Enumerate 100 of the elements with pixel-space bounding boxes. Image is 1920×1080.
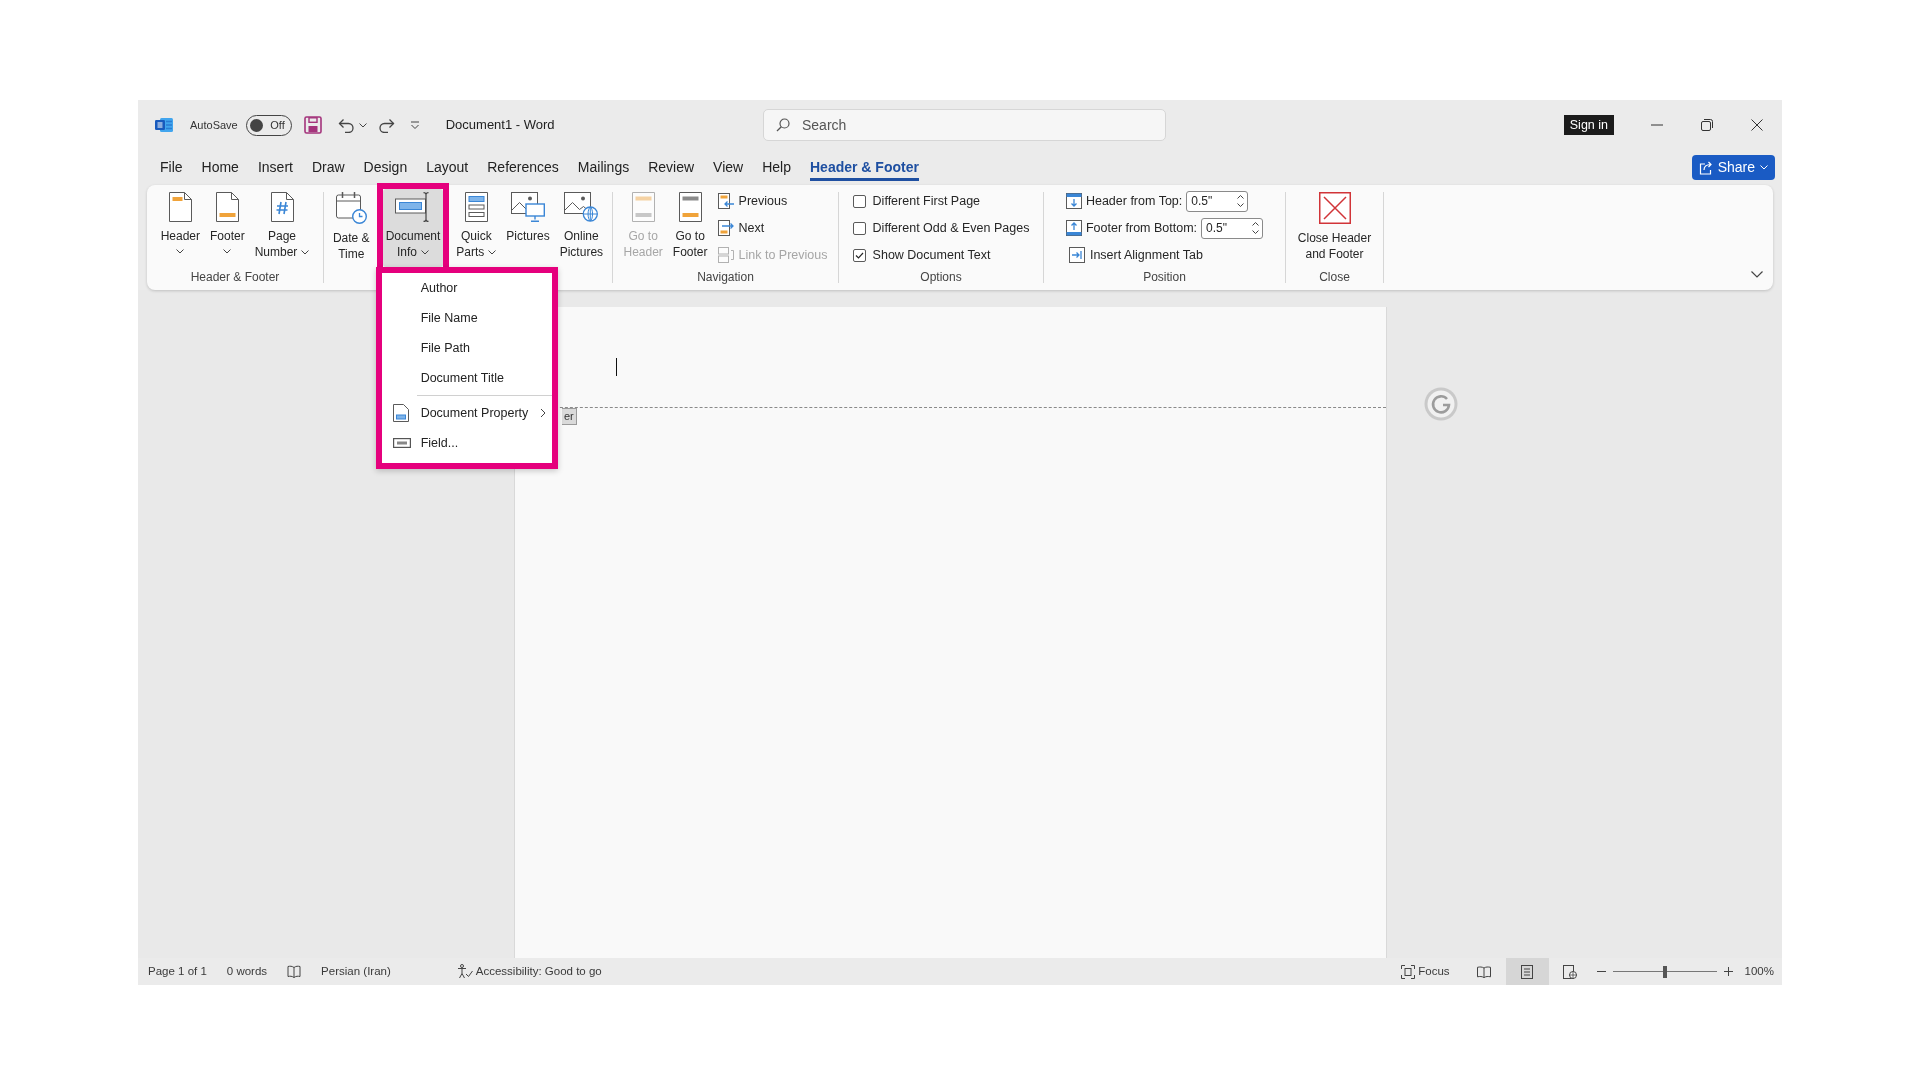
page-bands-icon bbox=[631, 192, 655, 222]
menu-tab[interactable]: View bbox=[713, 154, 744, 181]
undo-icon[interactable] bbox=[337, 117, 355, 133]
focus-icon[interactable] bbox=[1401, 964, 1416, 979]
spinner-field[interactable]: 0.5" bbox=[1201, 217, 1264, 239]
group-label: Close bbox=[1318, 269, 1351, 286]
chevron-right-icon bbox=[539, 408, 546, 418]
caret-down-icon[interactable] bbox=[1252, 230, 1260, 234]
menu-item[interactable]: Field... bbox=[381, 428, 552, 458]
save-icon[interactable] bbox=[303, 116, 322, 134]
ribbon-button[interactable]: Online Pictures bbox=[556, 189, 607, 267]
close-icon[interactable] bbox=[1751, 119, 1763, 131]
zoom-slider-thumb[interactable] bbox=[1662, 965, 1667, 978]
focus-button[interactable]: Focus bbox=[1418, 962, 1450, 981]
linked-pages-icon bbox=[717, 247, 734, 263]
picture-globe-icon bbox=[564, 192, 599, 222]
checkbox[interactable] bbox=[852, 194, 866, 208]
share-button[interactable]: Share bbox=[1691, 155, 1775, 180]
ribbon-button[interactable]: Page Number bbox=[251, 189, 313, 267]
restore-icon[interactable] bbox=[1701, 119, 1713, 131]
menu-item[interactable]: File Name bbox=[381, 303, 552, 333]
menu-tab[interactable]: Design bbox=[363, 154, 408, 181]
ribbon-button[interactable]: Header bbox=[157, 189, 203, 267]
page-blocks-icon bbox=[464, 192, 488, 222]
align-top-icon bbox=[1065, 193, 1082, 209]
field-label: Header from Top: bbox=[1085, 192, 1183, 210]
alignment-tab-icon bbox=[1068, 247, 1085, 263]
header-tag: er bbox=[562, 408, 577, 425]
ribbon-button[interactable]: Footer bbox=[207, 189, 248, 267]
text-cursor bbox=[616, 358, 617, 376]
caret-down-icon[interactable] bbox=[1237, 203, 1245, 207]
document-title: Document1 - Word bbox=[445, 116, 555, 135]
menu-item[interactable]: Document Property bbox=[381, 398, 552, 428]
menu-tab[interactable]: Home bbox=[201, 154, 239, 181]
menu-item[interactable]: Document Title bbox=[381, 363, 552, 393]
page-left-arrow-icon bbox=[717, 193, 734, 209]
autosave-label: AutoSave bbox=[190, 117, 238, 133]
menu-tab[interactable]: Layout bbox=[426, 154, 469, 181]
text-field-cursor-icon bbox=[394, 192, 431, 222]
search-icon bbox=[776, 118, 790, 132]
caret-up-icon[interactable] bbox=[1252, 222, 1260, 226]
field-label: Footer from Bottom: bbox=[1085, 219, 1198, 237]
checkbox[interactable] bbox=[852, 221, 866, 235]
ribbon-button[interactable]: Close Header and Footer bbox=[1294, 189, 1375, 267]
menu-tab[interactable]: Draw bbox=[311, 154, 345, 181]
app-logo-icon[interactable] bbox=[155, 117, 173, 133]
group-label: Position bbox=[1142, 269, 1187, 286]
group-label: Header & Footer bbox=[189, 269, 281, 286]
page-bands-icon bbox=[678, 192, 702, 222]
ribbon-button[interactable]: Date & Time bbox=[329, 189, 373, 267]
ribbon-button[interactable]: Go to Footer bbox=[669, 189, 711, 267]
checkbox[interactable] bbox=[852, 248, 866, 262]
menu-tab[interactable]: Mailings bbox=[577, 154, 630, 181]
page-number-icon bbox=[270, 192, 294, 222]
book-icon[interactable] bbox=[287, 965, 302, 978]
chevron-down-icon[interactable] bbox=[1751, 271, 1763, 278]
ribbon-button[interactable]: Quick Parts bbox=[453, 189, 500, 267]
menu-tab[interactable]: File bbox=[160, 154, 183, 181]
caret-icon bbox=[1760, 165, 1768, 170]
menu-tab[interactable]: References bbox=[487, 154, 559, 181]
caret-up-icon[interactable] bbox=[1237, 195, 1245, 199]
ribbon-button[interactable]: Previous bbox=[714, 190, 791, 212]
menu-tab[interactable]: Header & Footer bbox=[810, 154, 919, 181]
picture-monitor-icon bbox=[511, 192, 545, 222]
checkbox-label[interactable]: Show Document Text bbox=[872, 245, 991, 265]
field-bracket-icon bbox=[392, 438, 411, 448]
menu-item[interactable]: Author bbox=[381, 273, 552, 303]
ribbon-button[interactable]: Insert Alignment Tab bbox=[1065, 244, 1206, 266]
zoom-level[interactable]: 100% bbox=[1744, 962, 1774, 981]
menu-tab[interactable]: Help bbox=[762, 154, 791, 181]
print-layout-icon bbox=[1521, 964, 1534, 979]
ribbon-button[interactable]: Document Info bbox=[382, 189, 444, 267]
language-status[interactable]: Persian (Iran) bbox=[321, 962, 391, 981]
plus-icon[interactable] bbox=[1723, 967, 1733, 976]
toggle-knob bbox=[249, 118, 263, 132]
align-bottom-icon bbox=[1065, 220, 1082, 236]
view-button[interactable] bbox=[1505, 958, 1549, 985]
accessibility-status[interactable]: Accessibility: Good to go bbox=[475, 962, 602, 981]
accessibility-icon[interactable] bbox=[456, 964, 473, 979]
redo-icon[interactable] bbox=[377, 117, 395, 133]
sign-in-button[interactable]: Sign in bbox=[1563, 115, 1614, 135]
search-field[interactable]: Search bbox=[763, 109, 1166, 141]
page-right-arrow-icon bbox=[717, 220, 734, 236]
read-mode-icon bbox=[1477, 965, 1492, 978]
word-count: 0 words bbox=[226, 963, 268, 979]
menu-item[interactable]: File Path bbox=[381, 333, 552, 363]
document-field-icon bbox=[392, 404, 409, 422]
document-header-icon bbox=[168, 192, 192, 222]
checkbox-label[interactable]: Different First Page bbox=[872, 191, 981, 211]
menu-tab[interactable]: Review bbox=[648, 154, 695, 181]
close-box-icon bbox=[1318, 192, 1351, 224]
checkbox-label[interactable]: Different Odd & Even Pages bbox=[872, 218, 1030, 238]
caret-icon[interactable] bbox=[358, 122, 367, 128]
ribbon-button[interactable]: Pictures bbox=[503, 189, 553, 267]
zoom-slider[interactable] bbox=[1612, 965, 1717, 978]
ribbon-button[interactable]: Next bbox=[714, 217, 768, 239]
menu-tab[interactable]: Insert bbox=[257, 154, 293, 181]
document-footer-icon bbox=[215, 192, 239, 222]
spinner-field[interactable]: 0.5" bbox=[1186, 190, 1249, 212]
minus-icon[interactable] bbox=[1596, 971, 1606, 972]
